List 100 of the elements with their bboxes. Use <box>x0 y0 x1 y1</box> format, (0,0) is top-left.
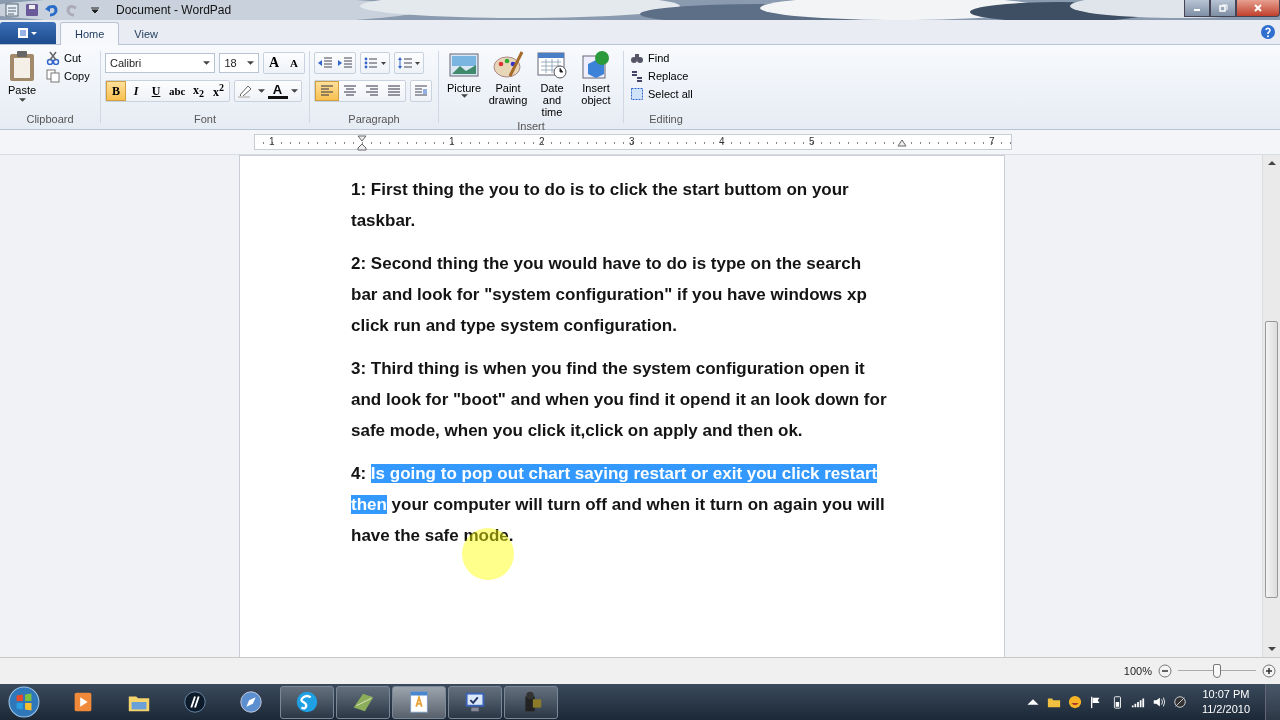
dropdown-icon[interactable] <box>257 89 265 93</box>
picture-button[interactable]: Picture <box>443 48 485 100</box>
zoom-level: 100% <box>1123 665 1152 677</box>
shrink-font-button[interactable]: A <box>284 53 304 73</box>
format-button[interactable]: x$_{2}$ <box>188 81 209 101</box>
cut-button[interactable]: Cut <box>44 50 92 66</box>
window-title: Document - WordPad <box>116 3 232 17</box>
clock-time: 10:07 PM <box>1202 687 1250 702</box>
start-button[interactable] <box>8 686 40 718</box>
alignment-icon <box>342 83 358 99</box>
alignment-icon <box>386 83 402 99</box>
taskbar-button[interactable] <box>448 685 502 719</box>
format-button[interactable]: abc <box>166 81 189 101</box>
smiley-icon[interactable] <box>1067 695 1082 709</box>
ruler-number: 4 <box>719 136 725 147</box>
scissors-icon <box>46 51 60 65</box>
format-button[interactable]: x$^{2}$ <box>208 81 229 101</box>
align-button[interactable] <box>315 81 339 101</box>
find-button[interactable]: Find <box>628 50 704 66</box>
scroll-thumb[interactable] <box>1265 321 1278 598</box>
paragraph-icon[interactable] <box>413 83 429 99</box>
grow-font-button[interactable]: A <box>264 53 284 73</box>
scroll-up-icon[interactable] <box>1267 161 1276 165</box>
dropdown-icon[interactable] <box>290 89 298 93</box>
clipboard-icon <box>7 50 37 82</box>
group-label: Editing <box>648 113 684 127</box>
picture-icon <box>448 50 480 80</box>
close-button[interactable] <box>1236 0 1280 17</box>
font-size-dropdown[interactable]: 18 <box>219 53 259 73</box>
object-button[interactable]: Insert object <box>575 48 617 108</box>
zoom-slider[interactable] <box>1178 664 1256 678</box>
decrease-indent-icon[interactable] <box>317 55 333 71</box>
date-icon <box>536 50 568 80</box>
menu-icon <box>16 27 40 39</box>
bullet-list-icon[interactable] <box>363 55 387 71</box>
help-icon[interactable] <box>1260 24 1276 40</box>
paint-icon <box>492 50 524 80</box>
format-button[interactable]: B <box>106 81 126 101</box>
ribbon-tab[interactable]: View <box>119 22 173 44</box>
paint-button[interactable]: Paint drawing <box>487 48 529 108</box>
zoom-out-icon[interactable] <box>1158 664 1172 678</box>
group-label: Paragraph <box>347 113 401 127</box>
ruler-number: 2 <box>539 136 545 147</box>
caret-icon <box>18 98 26 102</box>
select-all-icon <box>630 87 644 101</box>
line-spacing-icon[interactable] <box>397 55 421 71</box>
ruler-number: 1 <box>449 136 455 147</box>
document-icon[interactable] <box>4 2 20 18</box>
font-family-dropdown[interactable]: Calibri <box>105 53 216 73</box>
group-label: Insert <box>516 120 546 134</box>
replace-button[interactable]: Replace <box>628 68 704 84</box>
alignment-icon <box>319 83 335 99</box>
scrollbar[interactable] <box>1262 155 1280 657</box>
ribbon-tab[interactable]: Home <box>60 22 120 45</box>
increase-indent-icon[interactable] <box>337 55 353 71</box>
taskbar-button[interactable] <box>280 685 334 719</box>
binoculars-icon <box>630 51 644 65</box>
caret-icon <box>460 94 468 98</box>
copy-icon <box>46 69 60 83</box>
taskbar-button[interactable] <box>504 685 558 719</box>
caret-icon <box>247 61 254 65</box>
chat-icon <box>294 689 320 715</box>
logo-icon <box>182 689 208 715</box>
object-icon <box>580 50 612 80</box>
dropdown-icon[interactable] <box>88 4 102 16</box>
format-button[interactable]: I <box>126 81 146 101</box>
undo-icon[interactable] <box>44 2 60 18</box>
restore-button[interactable] <box>1210 0 1236 17</box>
document-paragraph: 2: Second thing the you would have to do is type on the search bar and look for "system configuration" if you have windows xp click run and type system configuration. <box>351 253 868 337</box>
taskbar-button[interactable] <box>392 685 446 719</box>
alignment-icon <box>364 83 380 99</box>
taskbar-button[interactable] <box>336 685 390 719</box>
indent-marker[interactable] <box>357 135 367 151</box>
format-button[interactable]: U <box>146 81 166 101</box>
zoom-in-icon[interactable] <box>1262 664 1276 678</box>
close-icon <box>1253 3 1263 13</box>
app-menu-button[interactable] <box>0 22 56 44</box>
network-icon[interactable] <box>1172 695 1187 709</box>
paste-button[interactable]: Paste <box>4 48 40 113</box>
group-label: Clipboard <box>25 113 75 127</box>
cursor-highlight <box>462 528 514 580</box>
select-button[interactable]: Select all <box>628 86 704 102</box>
ruler-number: 3 <box>629 136 635 147</box>
date-button[interactable]: Date and time <box>531 48 573 120</box>
clock-date: 11/2/2010 <box>1201 702 1250 717</box>
compass-icon <box>238 689 264 715</box>
replace-icon <box>630 69 644 83</box>
indent-marker[interactable] <box>897 139 907 147</box>
volume-icon[interactable] <box>1151 695 1166 709</box>
scroll-down-icon[interactable] <box>1267 647 1276 651</box>
copy-button[interactable]: Copy <box>44 68 92 84</box>
group-label: Font <box>193 113 217 127</box>
caret-icon <box>203 61 211 65</box>
document-paragraph: 1: First thing the you to do is to click the start buttom on your taskbar. <box>351 179 850 232</box>
ruler-number: 1 <box>269 136 275 147</box>
save-icon[interactable] <box>24 2 40 18</box>
minimize-button[interactable] <box>1184 0 1210 17</box>
restore-icon <box>1218 3 1228 13</box>
ruler-number: 7 <box>989 136 995 147</box>
ruler-number: 5 <box>809 136 815 147</box>
